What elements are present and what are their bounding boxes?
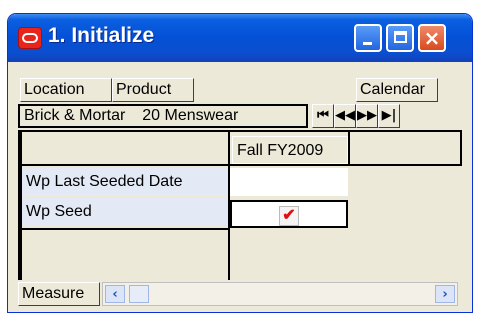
next-icon: ▶▶ bbox=[357, 108, 377, 123]
location-button[interactable]: Location bbox=[20, 78, 112, 102]
window-title: 1. Initialize bbox=[48, 24, 155, 47]
grid-area: Fall FY2009 Wp Last Seeded Date Wp Seed … bbox=[18, 130, 462, 280]
measure-button[interactable]: Measure bbox=[18, 282, 100, 306]
cell-wp-seed[interactable]: ✔ bbox=[230, 200, 348, 228]
minimize-icon bbox=[363, 42, 372, 45]
location-value: Brick & Mortar bbox=[24, 107, 126, 124]
cell-last-seeded-date[interactable] bbox=[230, 168, 348, 196]
scroll-right-icon[interactable]: › bbox=[435, 285, 455, 303]
horizontal-scrollbar[interactable]: ‹ › bbox=[102, 282, 458, 306]
next-button[interactable]: ▶▶ bbox=[356, 104, 378, 128]
row-label-wp-seed: Wp Seed bbox=[22, 198, 228, 226]
first-icon: ⏮ bbox=[317, 108, 329, 123]
scroll-left-icon[interactable]: ‹ bbox=[105, 285, 125, 303]
first-button[interactable]: ⏮ bbox=[312, 104, 334, 128]
client-area: Location Product Calendar Brick & Mortar… bbox=[16, 62, 464, 308]
oracle-icon bbox=[18, 27, 42, 49]
column-header: Fall FY2009 bbox=[232, 136, 348, 164]
close-icon: × bbox=[423, 26, 441, 50]
title-bar[interactable]: 1. Initialize × bbox=[8, 14, 472, 62]
close-button[interactable]: × bbox=[418, 24, 446, 52]
minimize-button[interactable] bbox=[354, 24, 382, 52]
prev-button[interactable]: ◀◀ bbox=[334, 104, 356, 128]
product-button[interactable]: Product bbox=[112, 78, 194, 102]
app-window: 1. Initialize × Location Product Calenda… bbox=[8, 14, 472, 312]
product-value: 20 Menswear bbox=[142, 107, 239, 124]
scroll-thumb[interactable] bbox=[129, 285, 149, 303]
checkbox-checked-icon: ✔ bbox=[279, 205, 299, 226]
last-button[interactable]: ▶| bbox=[378, 104, 400, 128]
last-icon: ▶| bbox=[381, 108, 397, 123]
maximize-icon bbox=[394, 31, 407, 43]
context-bar: Brick & Mortar 20 Menswear bbox=[18, 104, 308, 128]
row-label-last-seeded-date: Wp Last Seeded Date bbox=[22, 168, 228, 196]
prev-icon: ◀◀ bbox=[335, 108, 355, 123]
maximize-button[interactable] bbox=[386, 24, 414, 52]
calendar-button[interactable]: Calendar bbox=[356, 78, 438, 102]
